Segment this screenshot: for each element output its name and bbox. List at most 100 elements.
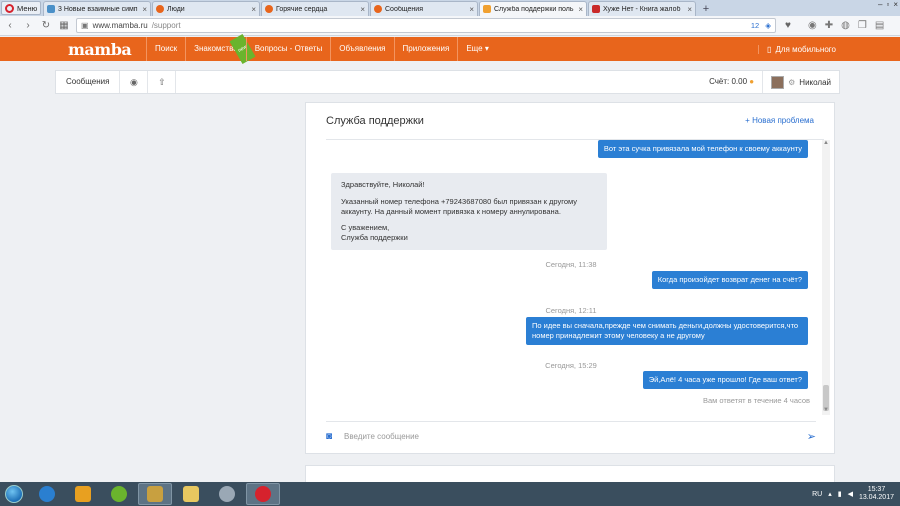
messages-link[interactable]: Сообщения xyxy=(56,71,121,93)
nav-apps[interactable]: Приложения xyxy=(393,37,458,61)
new-problem-button[interactable]: + Новая проблема xyxy=(745,116,814,125)
browser-tab-support[interactable]: Служба поддержки поль × xyxy=(479,1,587,16)
message-timestamp: Сегодня, 11:38 xyxy=(545,260,597,269)
url-host: www.mamba.ru xyxy=(92,21,148,30)
gear-icon: ⚙ xyxy=(788,77,796,87)
back-icon[interactable]: ‹ xyxy=(4,20,16,31)
tab-close-icon[interactable]: × xyxy=(251,5,256,14)
browser-tab-complaints[interactable]: Хуже Нет - Книга жалоб × xyxy=(588,1,696,16)
chat-scrollbar[interactable]: ▲ ▼ xyxy=(822,140,830,415)
window-controls: – ▫ × xyxy=(878,0,898,9)
volume-icon[interactable]: ◀ xyxy=(848,490,853,498)
taskbar-ie[interactable] xyxy=(30,483,64,505)
shield-icon[interactable]: ◈ xyxy=(765,21,771,30)
close-window-icon[interactable]: × xyxy=(893,0,898,9)
eye-icon[interactable]: ◉ xyxy=(120,71,149,93)
account-score[interactable]: Счёт: 0.00 ● xyxy=(709,71,764,93)
up-arrow-icon[interactable]: ⇧ xyxy=(148,71,177,93)
tab-favicon-icon xyxy=(156,5,164,13)
utorrent-icon xyxy=(111,486,127,502)
extension-icon[interactable]: ◍ xyxy=(841,20,850,31)
clock-date: 13.04.2017 xyxy=(858,494,894,501)
taskbar-app[interactable] xyxy=(138,483,172,505)
message-composer: ◙ ➢ xyxy=(326,421,816,451)
language-indicator[interactable]: RU xyxy=(812,491,822,498)
browser-tab-hot-hearts[interactable]: Горячие сердца × xyxy=(261,1,369,16)
address-bar-row: ‹ › ↻ ▦ ▣ www.mamba.ru/support 12 ◈ ♥ ◉ … xyxy=(0,16,900,36)
ie-icon xyxy=(39,486,55,502)
avatar xyxy=(771,75,785,89)
message-input[interactable] xyxy=(344,432,784,441)
taskbar-utorrent[interactable] xyxy=(102,483,136,505)
taskbar-opera[interactable] xyxy=(246,483,280,505)
browser-menu-button[interactable]: Меню xyxy=(1,1,41,15)
extension-icon[interactable]: ▤ xyxy=(875,20,884,31)
user-message: Эй,Алё! 4 часа уже прошло! Где ваш ответ… xyxy=(642,371,808,389)
nav-questions[interactable]: Вопросы - Ответы xyxy=(245,37,331,61)
browser-tabstrip: Меню 3 Новые взаимные симп × Люди × Горя… xyxy=(0,0,900,16)
folder-icon xyxy=(183,486,199,502)
forward-icon[interactable]: › xyxy=(22,20,34,31)
extension-icon[interactable]: ◉ xyxy=(808,20,817,31)
browser-tab-messages[interactable]: Сообщения × xyxy=(370,1,478,16)
browser-tab-people[interactable]: Люди × xyxy=(152,1,260,16)
send-icon[interactable]: ➢ xyxy=(807,430,816,443)
extension-icon[interactable]: ✚ xyxy=(825,20,833,31)
reply-time-hint: Вам ответят в течение 4 часов xyxy=(702,396,810,405)
url-field[interactable]: ▣ www.mamba.ru/support 12 ◈ xyxy=(76,18,776,33)
extension-icon[interactable]: ❐ xyxy=(858,20,867,31)
reply-signature-line: Служба поддержки xyxy=(341,233,408,242)
nav-ads[interactable]: Объявления xyxy=(330,37,393,61)
user-message: Когда произойдет возврат денег на счёт? xyxy=(651,271,808,289)
tab-close-icon[interactable]: × xyxy=(687,5,692,14)
reload-icon[interactable]: ↻ xyxy=(40,20,52,31)
extensions-toolbar: ◉ ✚ ◍ ❐ ▤ xyxy=(808,20,884,31)
camera-icon[interactable]: ◙ xyxy=(326,431,340,442)
nav-dating[interactable]: Знакомства new xyxy=(185,33,256,65)
message-timestamp: Сегодня, 15:29 xyxy=(545,361,597,370)
tab-close-icon[interactable]: × xyxy=(469,5,474,14)
heart-icon[interactable]: ♥ xyxy=(782,20,794,31)
clock[interactable]: 15:37 13.04.2017 xyxy=(859,486,894,502)
tab-favicon-icon xyxy=(483,5,491,13)
tab-close-icon[interactable]: × xyxy=(360,5,365,14)
mobile-button[interactable]: ▯ Для мобильного xyxy=(758,44,836,54)
network-icon[interactable]: ▮ xyxy=(838,490,842,498)
user-name: Николай xyxy=(799,77,831,87)
taskbar-explorer[interactable] xyxy=(174,483,208,505)
user-subbar: Сообщения ◉ ⇧ Счёт: 0.00 ● ⚙ Николай xyxy=(55,70,840,94)
mamba-logo[interactable]: mamba xyxy=(68,40,146,59)
site-header: mamba Поиск Знакомства new Вопросы - Отв… xyxy=(0,33,900,65)
taskbar-media[interactable] xyxy=(66,483,100,505)
maximize-icon[interactable]: ▫ xyxy=(886,0,889,9)
browser-tab-matches[interactable]: 3 Новые взаимные симп × xyxy=(43,1,151,16)
start-button[interactable] xyxy=(0,482,28,506)
minimize-icon[interactable]: – xyxy=(878,0,882,9)
reply-signature-line: С уважением, xyxy=(341,223,390,233)
extension-badge-count[interactable]: 12 xyxy=(751,21,759,30)
tray-arrow-icon[interactable]: ▴ xyxy=(828,490,832,498)
taskbar-tool[interactable] xyxy=(210,483,244,505)
tab-title: Горячие сердца xyxy=(276,5,328,13)
tab-favicon-icon xyxy=(265,5,273,13)
system-tray: RU ▴ ▮ ◀ 15:37 13.04.2017 xyxy=(812,486,900,502)
nav-more[interactable]: Еще ▾ xyxy=(457,37,497,61)
nav-search[interactable]: Поиск xyxy=(146,37,185,61)
os-taskbar: RU ▴ ▮ ◀ 15:37 13.04.2017 xyxy=(0,482,900,506)
new-tab-icon[interactable]: + xyxy=(699,3,713,16)
plus-icon: + xyxy=(745,116,750,125)
user-message: По идее вы сначала,прежде чем снимать де… xyxy=(526,317,808,345)
opera-icon xyxy=(255,486,271,502)
new-problem-label: Новая проблема xyxy=(752,116,814,125)
windows-logo-icon xyxy=(5,485,23,503)
scroll-down-icon[interactable]: ▼ xyxy=(822,407,830,415)
user-profile-chip[interactable]: ⚙ Николай xyxy=(763,75,839,89)
speed-dial-icon[interactable]: ▦ xyxy=(58,20,70,31)
reply-greeting: Здравствуйте, Николай! xyxy=(341,180,425,189)
tab-close-icon[interactable]: × xyxy=(142,5,147,14)
coin-icon: ● xyxy=(749,77,755,86)
opera-logo-icon xyxy=(5,3,14,13)
scroll-up-icon[interactable]: ▲ xyxy=(822,140,830,148)
tab-close-icon[interactable]: × xyxy=(578,5,583,14)
app-icon xyxy=(147,486,163,502)
